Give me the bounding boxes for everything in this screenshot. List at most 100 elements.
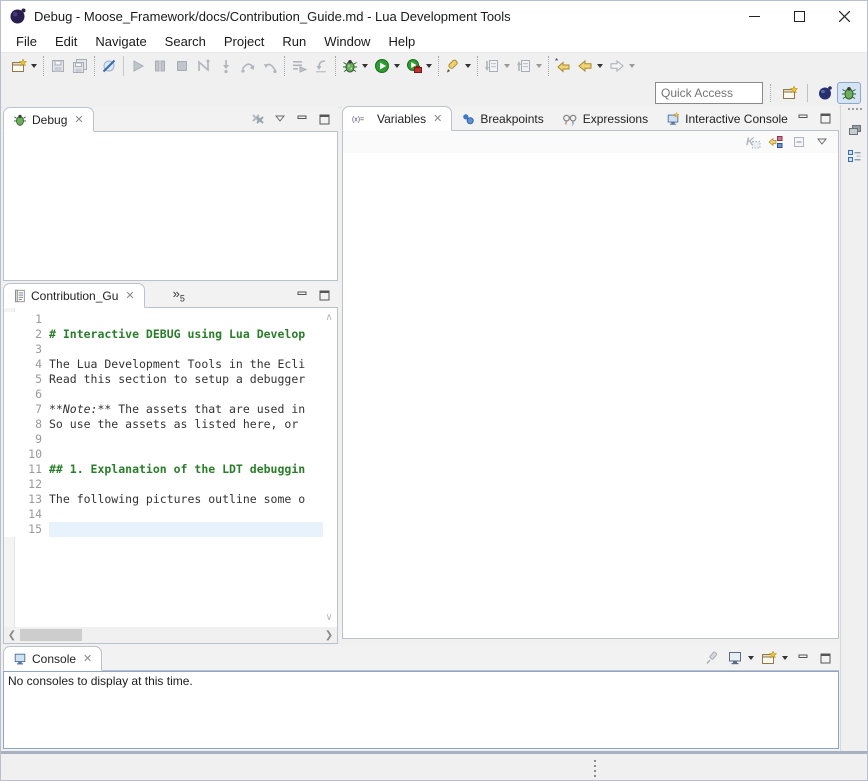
forward-dropdown[interactable]	[629, 64, 635, 68]
drop-to-frame-button[interactable]	[310, 55, 332, 77]
open-console-dropdown[interactable]	[782, 656, 788, 660]
minimize-window-button[interactable]	[732, 1, 777, 31]
editor-line[interactable]: 14	[4, 507, 323, 522]
variables-view-content[interactable]: K	[342, 131, 839, 639]
open-console-button[interactable]	[759, 649, 779, 667]
debug-view-menu-button[interactable]	[270, 110, 290, 128]
editor-line[interactable]: 9	[4, 432, 323, 447]
editor-line[interactable]: 6	[4, 387, 323, 402]
editor-line[interactable]: 1	[4, 312, 323, 327]
editor-line[interactable]: 10	[4, 447, 323, 462]
console-minimize-button[interactable]	[793, 649, 813, 667]
terminate-button[interactable]	[171, 55, 193, 77]
editor-line[interactable]: 7**Note:** The assets that are used in	[4, 402, 323, 417]
console-content[interactable]: No consoles to display at this time.	[3, 671, 839, 749]
debug-button[interactable]	[339, 55, 361, 77]
previous-annotation-button[interactable]	[513, 55, 535, 77]
editor-content[interactable]: 12# Interactive DEBUG using Lua Develop3…	[3, 308, 338, 644]
show-logical-structure-button[interactable]	[766, 133, 786, 151]
editor-maximize-button[interactable]	[314, 286, 334, 304]
display-console-dropdown[interactable]	[748, 656, 754, 660]
editor-minimize-button[interactable]	[292, 286, 312, 304]
restore-view-button[interactable]	[845, 121, 865, 139]
debug-dropdown[interactable]	[362, 64, 368, 68]
debug-view-tab[interactable]: Debug ✕	[3, 107, 94, 132]
ldt-perspective-button[interactable]	[813, 82, 837, 104]
variables-view-menu-button[interactable]	[812, 133, 832, 151]
console-tab[interactable]: Console ✕	[3, 646, 102, 671]
debug-perspective-button[interactable]	[837, 82, 861, 104]
step-over-button[interactable]	[237, 55, 259, 77]
editor-line[interactable]: 11## 1. Explanation of the LDT debuggin	[4, 462, 323, 477]
tab-expressions[interactable]: xy Expressions	[553, 107, 657, 130]
trim-drag-handle[interactable]	[848, 108, 862, 115]
external-tools-dropdown[interactable]	[426, 64, 432, 68]
scrollbar-thumb[interactable]	[20, 629, 82, 641]
tab-interactive-console[interactable]: Interactive Console	[657, 107, 797, 130]
editor-scroll-down-icon[interactable]: ∨	[323, 612, 335, 623]
show-type-names-button[interactable]: K	[743, 133, 763, 151]
pin-console-button[interactable]	[703, 649, 723, 667]
tab-variables-close-icon[interactable]: ✕	[433, 112, 442, 125]
editor-line[interactable]: 12	[4, 477, 323, 492]
save-button[interactable]	[47, 55, 69, 77]
marker-pen-button[interactable]	[442, 55, 464, 77]
console-tab-close-icon[interactable]: ✕	[83, 652, 92, 665]
display-selected-console-button[interactable]	[725, 649, 745, 667]
open-perspective-button[interactable]	[778, 82, 802, 104]
marker-pen-dropdown[interactable]	[465, 64, 471, 68]
run-button[interactable]	[371, 55, 393, 77]
disconnect-button[interactable]	[193, 55, 215, 77]
new-wizard-dropdown[interactable]	[31, 64, 37, 68]
editor-overflow-chevron[interactable]: »5	[173, 286, 185, 304]
debug-view-maximize-button[interactable]	[314, 110, 334, 128]
step-into-button[interactable]	[215, 55, 237, 77]
menu-help[interactable]: Help	[379, 32, 424, 51]
editor-line[interactable]: 4The Lua Development Tools in the Ecli	[4, 357, 323, 372]
menu-navigate[interactable]: Navigate	[86, 32, 155, 51]
editor-tab-close-icon[interactable]: ✕	[125, 289, 134, 302]
editor-line[interactable]: 2# Interactive DEBUG using Lua Develop	[4, 327, 323, 342]
forward-button[interactable]	[606, 55, 628, 77]
editor-line[interactable]: 8So use the assets as listed here, or	[4, 417, 323, 432]
scroll-left-icon[interactable]: ❮	[4, 630, 20, 641]
back-button[interactable]	[574, 55, 596, 77]
resume-button[interactable]	[127, 55, 149, 77]
tab-breakpoints[interactable]: Breakpoints	[452, 107, 552, 130]
editor-line[interactable]: 15	[4, 522, 323, 537]
back-dropdown[interactable]	[597, 64, 603, 68]
scroll-right-icon[interactable]: ❯	[321, 630, 337, 641]
debug-view-minimize-button[interactable]	[292, 110, 312, 128]
last-edit-location-button[interactable]: *	[552, 55, 574, 77]
editor-line[interactable]: 13The following pictures outline some o	[4, 492, 323, 507]
use-step-filters-button[interactable]	[288, 55, 310, 77]
outline-view-button[interactable]	[845, 147, 865, 165]
menu-window[interactable]: Window	[315, 32, 379, 51]
next-annotation-dropdown[interactable]	[504, 64, 510, 68]
menu-run[interactable]: Run	[273, 32, 315, 51]
editor-scroll-up-icon[interactable]: ∧	[323, 312, 335, 323]
suspend-button[interactable]	[149, 55, 171, 77]
menu-file[interactable]: File	[7, 32, 46, 51]
next-annotation-button[interactable]	[481, 55, 503, 77]
maximize-window-button[interactable]	[777, 1, 822, 31]
menu-project[interactable]: Project	[215, 32, 273, 51]
collapse-all-button[interactable]	[789, 133, 809, 151]
close-window-button[interactable]	[822, 1, 867, 31]
editor-line[interactable]: 5Read this section to setup a debugger	[4, 372, 323, 387]
tab-variables[interactable]: (x)= Variables ✕	[342, 106, 452, 131]
skip-all-breakpoints-button[interactable]	[98, 55, 120, 77]
editor-horizontal-scrollbar[interactable]: ❮ ❯	[4, 627, 337, 643]
quick-access-input[interactable]	[655, 82, 763, 104]
run-dropdown[interactable]	[394, 64, 400, 68]
status-drag-handle[interactable]	[594, 760, 596, 781]
previous-annotation-dropdown[interactable]	[536, 64, 542, 68]
debug-view-tab-close-icon[interactable]: ✕	[74, 113, 83, 126]
editor-tab[interactable]: Contribution_Gu ✕	[3, 283, 145, 308]
console-maximize-button[interactable]	[815, 649, 835, 667]
remove-terminated-button[interactable]	[248, 110, 268, 128]
menu-search[interactable]: Search	[156, 32, 215, 51]
variables-maximize-button[interactable]	[815, 109, 835, 127]
external-tools-button[interactable]	[403, 55, 425, 77]
step-return-button[interactable]	[259, 55, 281, 77]
